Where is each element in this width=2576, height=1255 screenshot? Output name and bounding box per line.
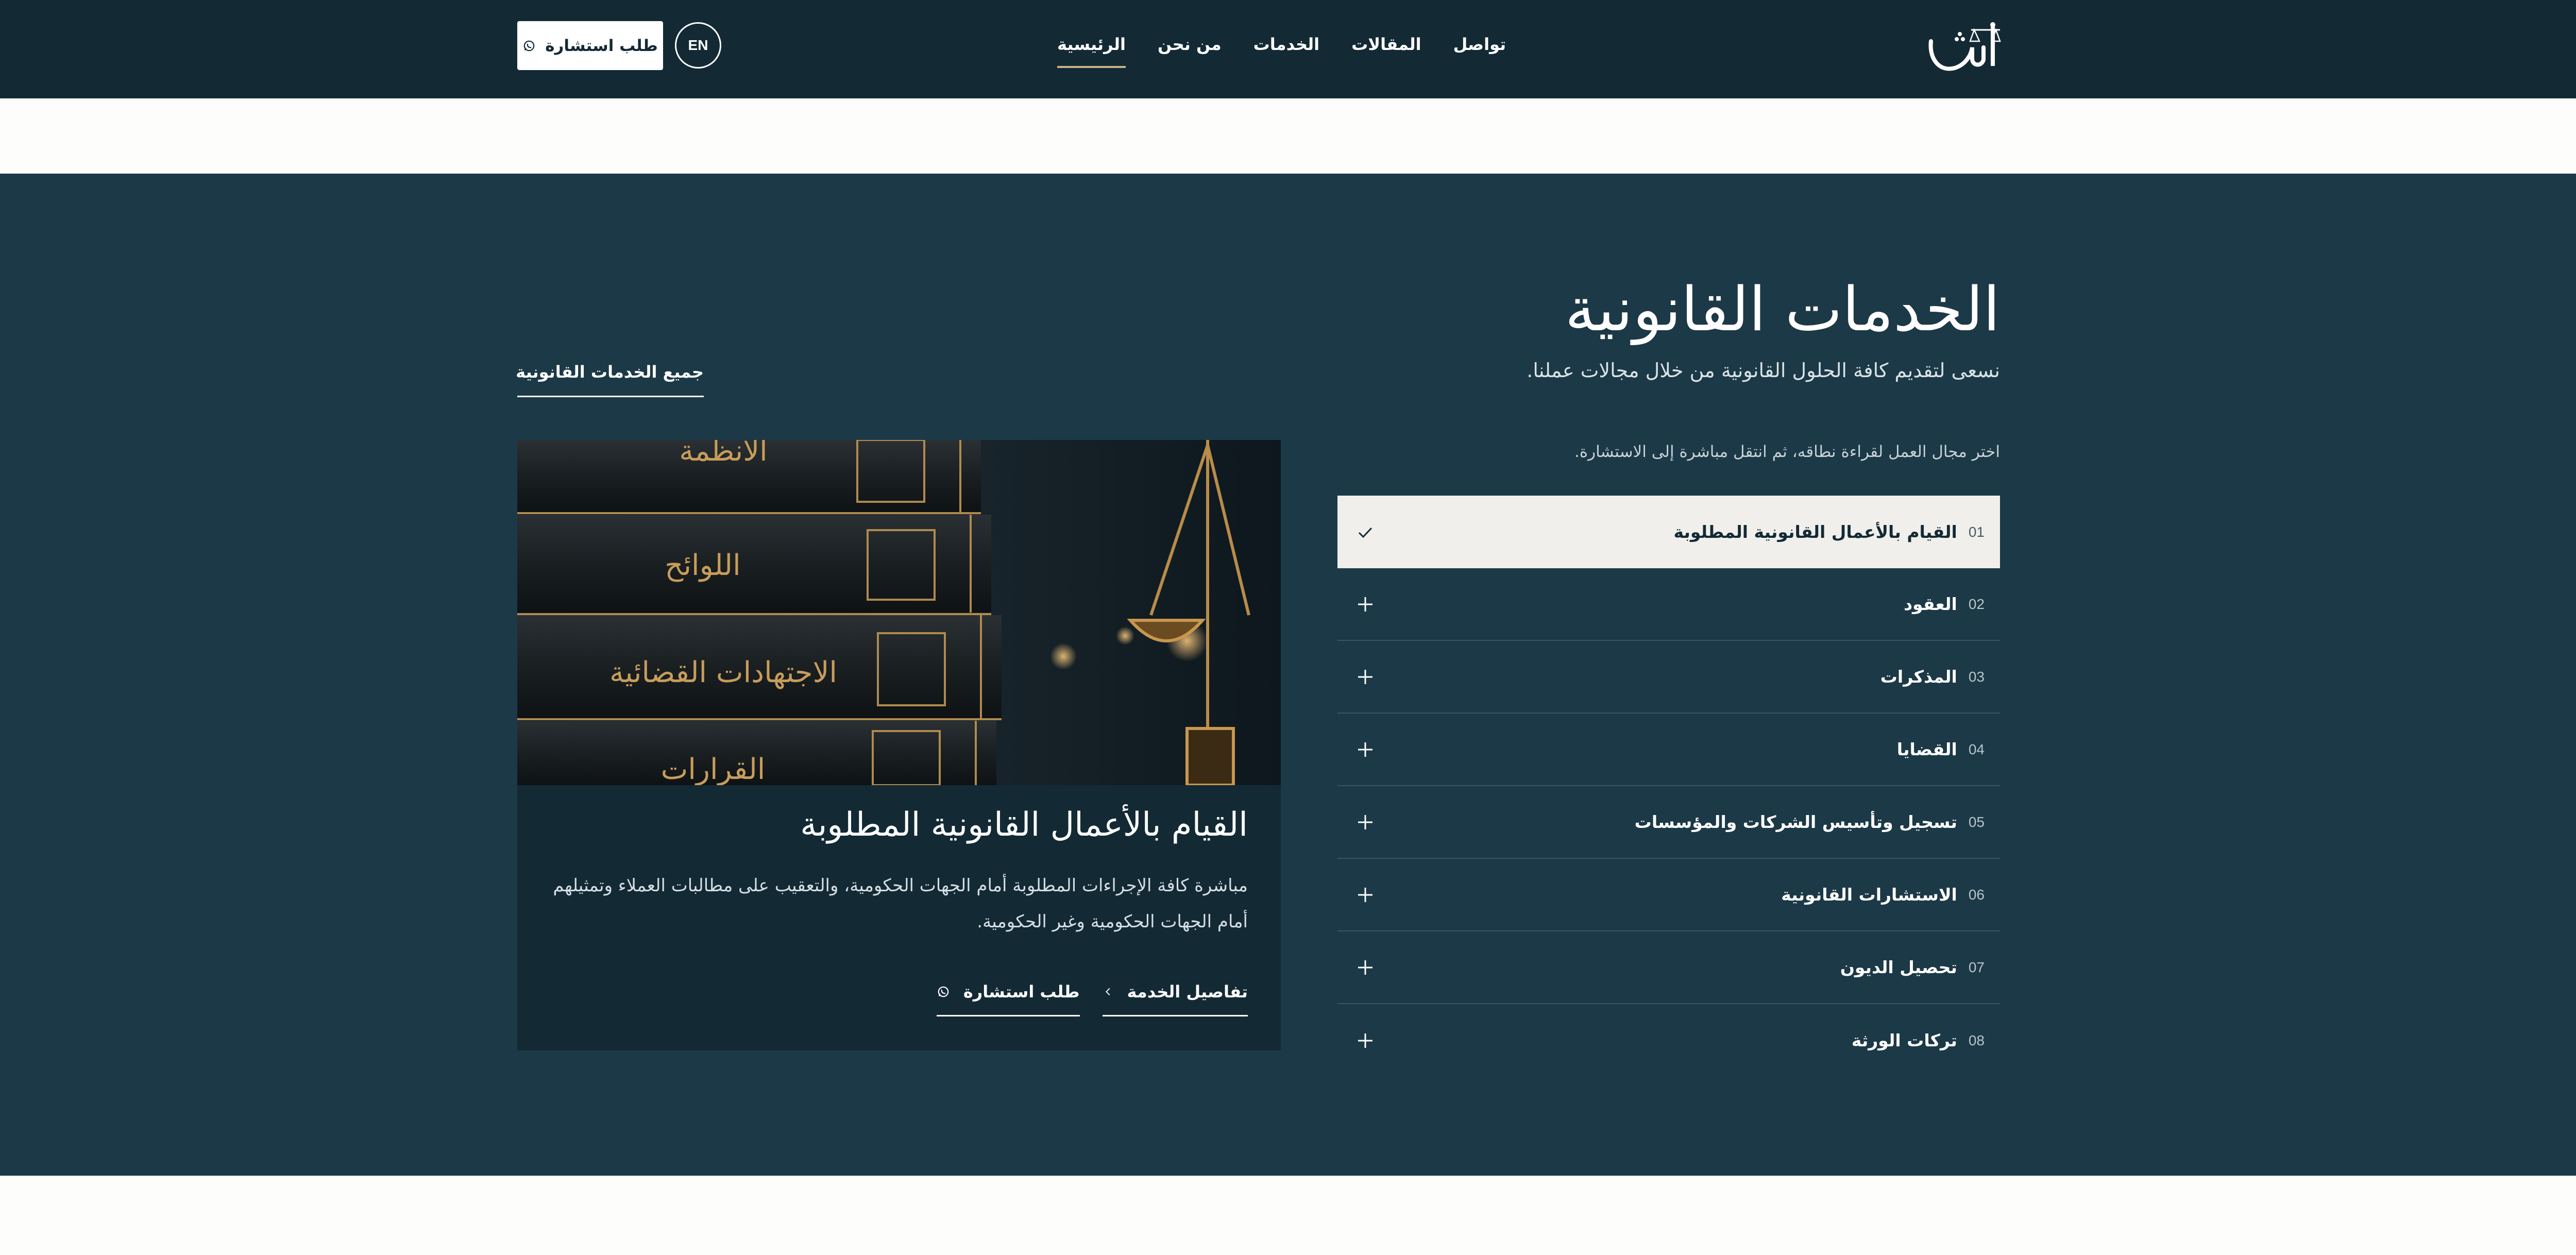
service-item-04[interactable]: 04 القضايا bbox=[1337, 714, 2000, 786]
service-label: الاستشارات القانونية bbox=[1781, 885, 1957, 905]
service-number: 08 bbox=[1968, 1032, 1985, 1048]
card-title: القيام بالأعمال القانونية المطلوبة bbox=[800, 806, 1248, 844]
section-title: الخدمات القانونية bbox=[1565, 274, 2001, 345]
nav-item-articles[interactable]: المقالات bbox=[1351, 30, 1421, 59]
nav-item-about[interactable]: من نحن bbox=[1158, 30, 1222, 59]
service-label: تركات الورثة bbox=[1851, 1030, 1957, 1050]
book-title-judicial-precedents: الاجتهادات القضائية bbox=[609, 656, 837, 689]
service-item-01[interactable]: 01 القيام بالأعمال القانونية المطلوبة bbox=[1337, 496, 2000, 568]
nav-item-services[interactable]: الخدمات bbox=[1253, 30, 1320, 59]
card-consultation-label: طلب استشارة bbox=[963, 982, 1080, 1002]
plus-icon bbox=[1358, 597, 1372, 612]
service-number: 06 bbox=[1968, 886, 1985, 903]
book-title-regulations: الأنظمة bbox=[679, 440, 767, 468]
service-label: المذكرات bbox=[1880, 667, 1957, 687]
cta-label: طلب استشارة bbox=[545, 36, 658, 55]
service-item-03[interactable]: 03 المذكرات bbox=[1337, 641, 2000, 714]
card-description: مباشرة كافة الإجراءات المطلوبة أمام الجه… bbox=[553, 875, 1248, 932]
nav-item-contact[interactable]: تواصل bbox=[1453, 30, 1506, 59]
law-books-and-scales-image: الأنظمة اللوائح الاجتهادات القضائية القر… bbox=[517, 440, 1281, 785]
logo[interactable] bbox=[1928, 19, 2001, 74]
service-number: 07 bbox=[1968, 959, 1985, 975]
main-nav: الرئيسية من نحن الخدمات المقالات تواصل bbox=[1057, 30, 1506, 71]
service-item-07[interactable]: 07 تحصيل الديون bbox=[1337, 931, 2000, 1004]
card-consultation-link[interactable]: طلب استشارة bbox=[936, 982, 1080, 1016]
language-label: EN bbox=[688, 37, 708, 53]
service-item-02[interactable]: 02 العقود bbox=[1337, 568, 2000, 641]
whatsapp-icon bbox=[938, 986, 949, 997]
whatsapp-icon bbox=[523, 40, 535, 51]
book-title-bylaws: اللوائح bbox=[665, 549, 740, 582]
service-item-06[interactable]: 06 الاستشارات القانونية bbox=[1337, 859, 2000, 931]
site-header: الرئيسية من نحن الخدمات المقالات تواصل E… bbox=[0, 0, 2576, 98]
plus-icon bbox=[1358, 960, 1372, 975]
service-hint: اختر مجال العمل لقراءة نطاقه، ثم انتقل م… bbox=[1574, 443, 2000, 461]
service-number: 01 bbox=[1968, 523, 1985, 540]
service-label: تحصيل الديون bbox=[1840, 957, 1957, 977]
service-item-08[interactable]: 08 تركات الورثة bbox=[1337, 1004, 2000, 1077]
card-actions: تفاصيل الخدمة طلب استشارة bbox=[936, 982, 1248, 1016]
scales-logo-icon bbox=[1928, 22, 2001, 71]
plus-icon bbox=[1358, 669, 1372, 684]
service-details-label: تفاصيل الخدمة bbox=[1127, 982, 1248, 1002]
request-consultation-button[interactable]: طلب استشارة bbox=[517, 21, 663, 70]
chevron-left-icon bbox=[1105, 988, 1110, 996]
service-item-05[interactable]: 05 تسجيل وتأسيس الشركات والمؤسسات bbox=[1337, 786, 2000, 859]
plus-icon bbox=[1358, 887, 1372, 902]
services-accordion: 01 القيام بالأعمال القانونية المطلوبة 02… bbox=[1337, 496, 2000, 1077]
service-number: 05 bbox=[1968, 813, 1985, 830]
legal-services-section: الخدمات القانونية نسعى لتقديم كافة الحلو… bbox=[0, 174, 2576, 1176]
plus-icon bbox=[1358, 815, 1372, 829]
service-label: القيام بالأعمال القانونية المطلوبة bbox=[1673, 522, 1957, 542]
check-icon bbox=[1358, 527, 1372, 538]
header-spacer-band bbox=[0, 98, 2576, 174]
service-number: 04 bbox=[1968, 741, 1985, 757]
all-services-label: جميع الخدمات القانونية bbox=[516, 362, 704, 382]
service-image: الأنظمة اللوائح الاجتهادات القضائية القر… bbox=[517, 440, 1281, 785]
nav-item-home[interactable]: الرئيسية bbox=[1057, 30, 1126, 68]
service-detail-card: الأنظمة اللوائح الاجتهادات القضائية القر… bbox=[517, 440, 1281, 1050]
book-title-decisions: القرارات bbox=[661, 753, 766, 785]
language-toggle-button[interactable]: EN bbox=[675, 22, 721, 69]
section-subtitle: نسعى لتقديم كافة الحلول القانونية من خلا… bbox=[1527, 359, 2000, 382]
service-label: القضايا bbox=[1896, 739, 1957, 759]
service-number: 02 bbox=[1968, 596, 1985, 612]
all-services-link[interactable]: جميع الخدمات القانونية bbox=[516, 362, 704, 397]
plus-icon bbox=[1358, 742, 1372, 757]
service-number: 03 bbox=[1968, 668, 1985, 685]
plus-icon bbox=[1358, 1033, 1372, 1048]
page: الرئيسية من نحن الخدمات المقالات تواصل E… bbox=[0, 0, 2576, 1255]
service-details-link[interactable]: تفاصيل الخدمة bbox=[1102, 982, 1248, 1016]
service-label: العقود bbox=[1904, 594, 1957, 614]
service-label: تسجيل وتأسيس الشركات والمؤسسات bbox=[1634, 812, 1957, 832]
